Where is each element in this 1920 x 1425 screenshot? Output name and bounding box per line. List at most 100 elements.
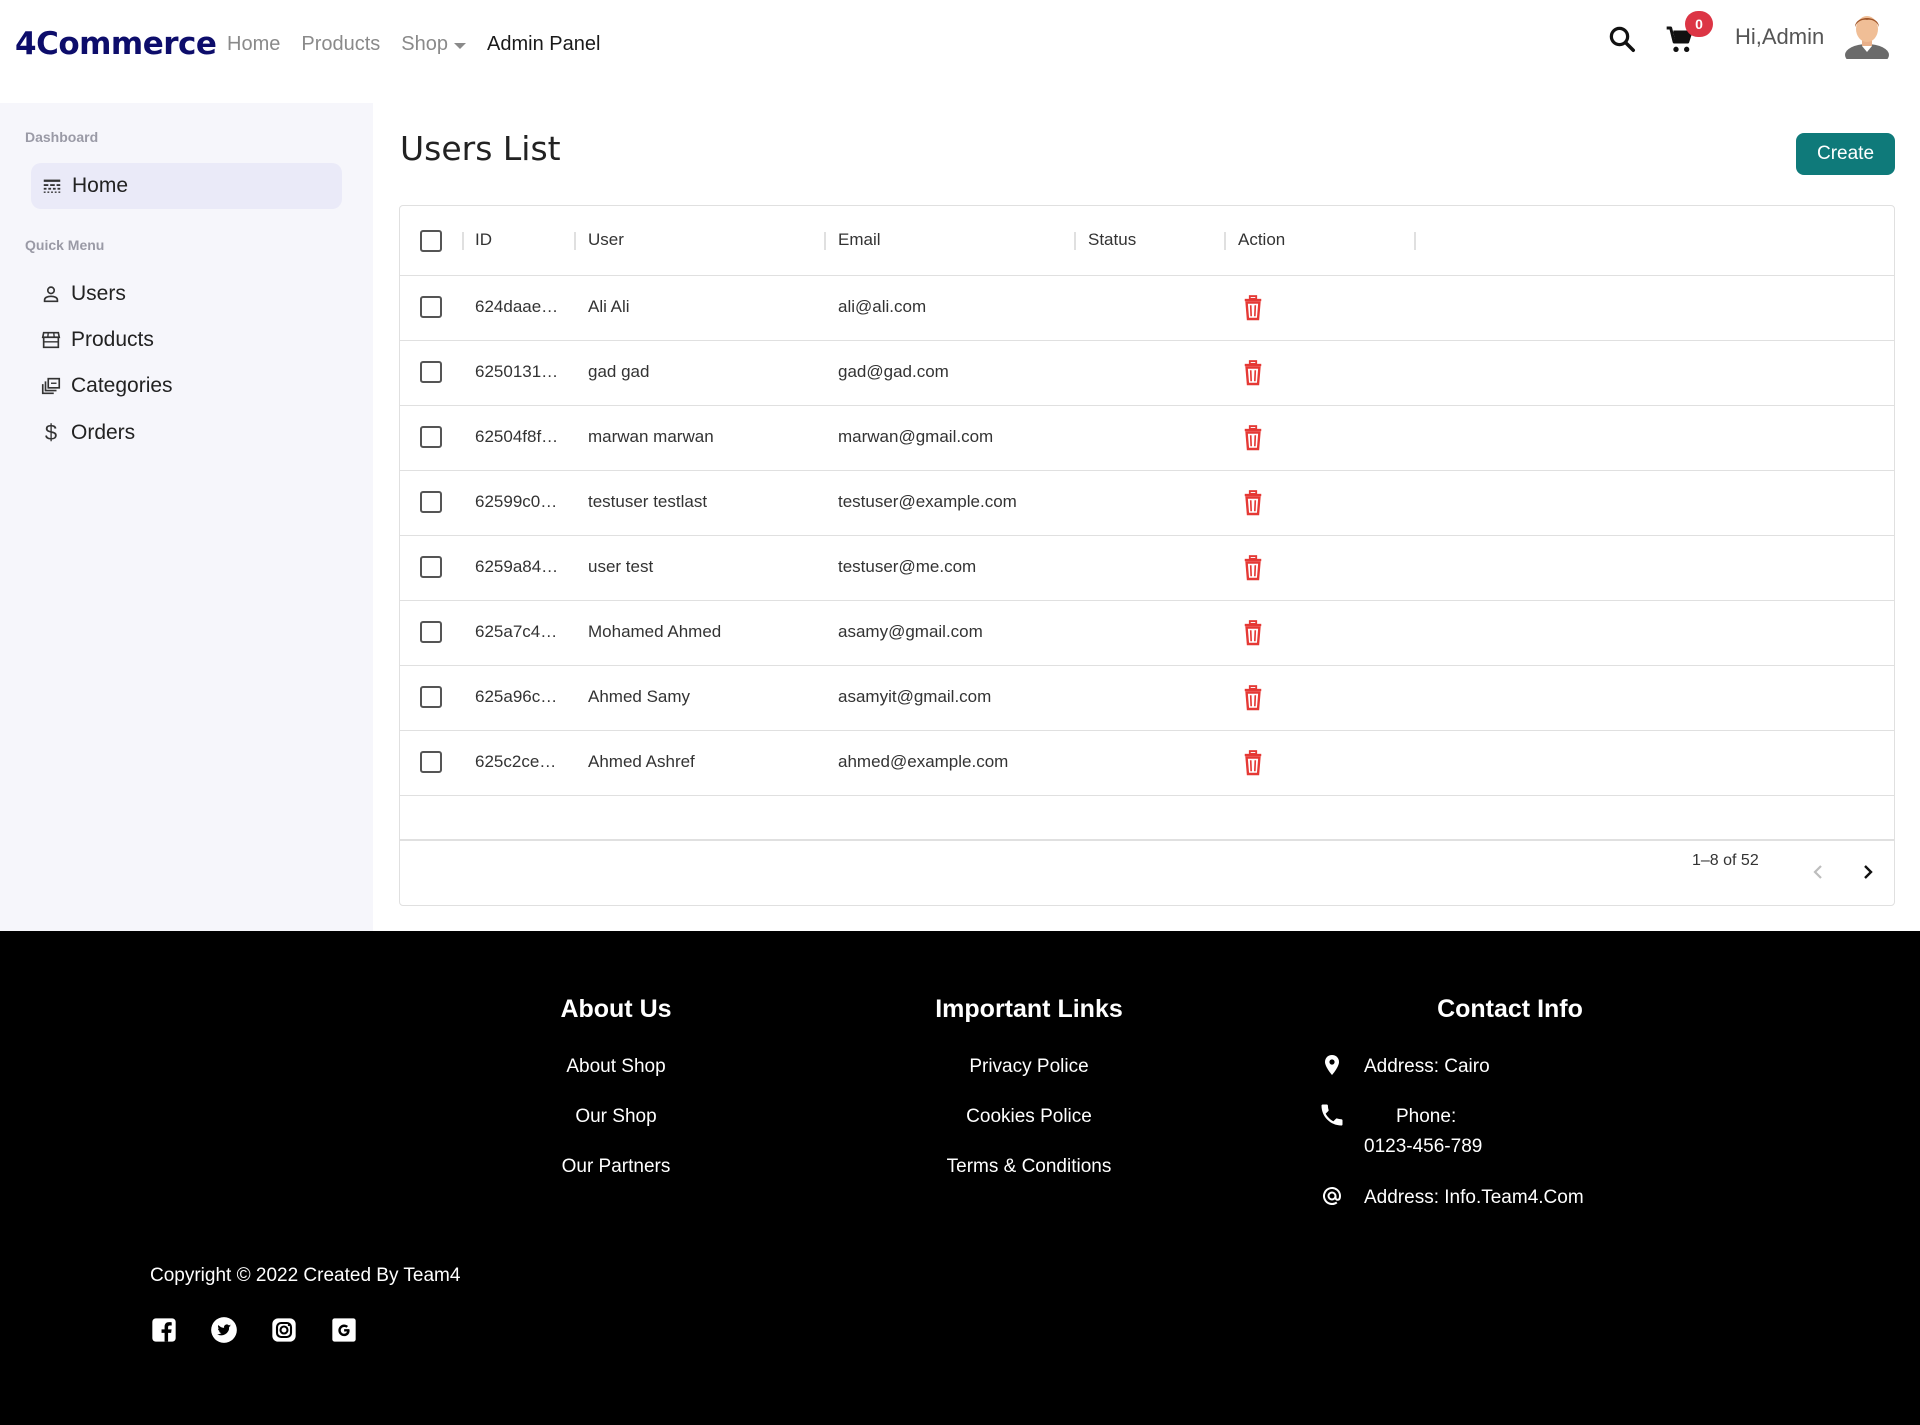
sidebar-item-products-label: Products	[71, 328, 154, 351]
sidebar-item-orders-label: Orders	[71, 421, 136, 444]
trash-icon[interactable]	[1242, 295, 1264, 321]
table-row[interactable]: 6259a84… user test testuser@me.com	[400, 536, 1894, 601]
trash-icon[interactable]	[1242, 490, 1264, 516]
table-row[interactable]: 625a96c… Ahmed Samy asamyit@gmail.com	[400, 666, 1894, 731]
google-icon[interactable]	[330, 1316, 358, 1344]
trash-icon[interactable]	[1242, 685, 1264, 711]
nav-link-products[interactable]: Products	[301, 33, 380, 56]
chevron-right-icon[interactable]	[1856, 860, 1880, 884]
at-sign-icon	[1323, 1187, 1342, 1205]
trash-icon[interactable]	[1242, 620, 1264, 646]
footer-contact-title: Contact Info	[1437, 995, 1583, 1023]
nav-link-home[interactable]: Home	[227, 33, 280, 56]
row-checkbox[interactable]	[420, 621, 442, 643]
footer-link-cookies[interactable]: Cookies Police	[889, 1106, 1169, 1128]
trash-icon[interactable]	[1242, 750, 1264, 776]
cell-email: asamy@gmail.com	[838, 622, 983, 641]
avatar[interactable]	[1843, 9, 1891, 59]
cell-id: 62504f8f…	[475, 427, 559, 446]
sidebar-section-quick-menu: Quick Menu	[25, 237, 105, 253]
instagram-icon[interactable]	[270, 1316, 298, 1344]
cell-id: 6250131…	[475, 362, 559, 381]
contact-address: Address: Cairo	[1364, 1056, 1490, 1077]
cell-id: 625a7c4…	[475, 622, 558, 641]
twitter-icon[interactable]	[210, 1316, 238, 1344]
row-checkbox[interactable]	[420, 491, 442, 513]
footer-important-title: Important Links	[935, 995, 1123, 1023]
nav-link-shop[interactable]: Shop	[401, 33, 467, 56]
column-header-email[interactable]: Email	[838, 230, 881, 250]
categories-icon	[41, 377, 61, 395]
table-footer-divider	[400, 840, 1894, 841]
cell-id: 625c2ce…	[475, 752, 557, 771]
table-row[interactable]: 624daae… Ali Ali ali@ali.com	[400, 276, 1894, 341]
footer-link-privacy[interactable]: Privacy Police	[889, 1056, 1169, 1078]
cell-user: Ahmed Ashref	[588, 752, 695, 771]
column-separator	[1224, 232, 1226, 250]
cell-id: 62599c0…	[475, 492, 558, 511]
pagination-info: 1–8 of 52	[1692, 852, 1759, 869]
cart-count-badge: 0	[1685, 11, 1713, 37]
brand-logo[interactable]: 4Commerce	[15, 26, 217, 62]
cell-id: 624daae…	[475, 297, 559, 316]
footer-about-title: About Us	[560, 995, 672, 1023]
table-empty-row	[400, 796, 1894, 840]
line-style-icon	[43, 179, 61, 193]
column-separator	[462, 232, 464, 250]
column-separator	[1074, 232, 1076, 250]
column-header-id[interactable]: ID	[475, 230, 492, 250]
sidebar-item-home[interactable]: Home	[31, 163, 342, 209]
facebook-icon[interactable]	[150, 1316, 178, 1344]
chevron-down-icon	[454, 42, 467, 49]
sidebar-item-products[interactable]: Products	[40, 328, 154, 352]
footer-link-our-shop[interactable]: Our Shop	[516, 1106, 716, 1128]
cell-user: marwan marwan	[588, 427, 714, 446]
cell-email: asamyit@gmail.com	[838, 687, 992, 706]
sidebar-item-users[interactable]: Users	[40, 282, 126, 306]
trash-icon[interactable]	[1242, 360, 1264, 386]
sidebar-item-categories[interactable]: Categories	[40, 374, 173, 398]
create-button[interactable]: Create	[1796, 133, 1895, 175]
table-row[interactable]: 62504f8f… marwan marwan marwan@gmail.com	[400, 406, 1894, 471]
column-header-action[interactable]: Action	[1238, 230, 1285, 250]
cell-user: gad gad	[588, 362, 650, 381]
contact-phone: 0123-456-789	[1364, 1136, 1483, 1157]
table-row[interactable]: 625a7c4… Mohamed Ahmed asamy@gmail.com	[400, 601, 1894, 666]
cell-email: testuser@example.com	[838, 492, 1017, 511]
table-row[interactable]: 6250131… gad gad gad@gad.com	[400, 341, 1894, 406]
search-icon[interactable]	[1607, 24, 1637, 54]
phone-icon	[1321, 1104, 1343, 1126]
row-checkbox[interactable]	[420, 556, 442, 578]
row-checkbox[interactable]	[420, 751, 442, 773]
chevron-left-icon[interactable]	[1806, 860, 1830, 884]
row-checkbox[interactable]	[420, 296, 442, 318]
row-checkbox[interactable]	[420, 686, 442, 708]
row-checkbox[interactable]	[420, 361, 442, 383]
footer-link-our-partners[interactable]: Our Partners	[516, 1156, 716, 1178]
sidebar: Dashboard Home Quick Menu Users Products	[0, 103, 373, 931]
row-checkbox[interactable]	[420, 426, 442, 448]
location-pin-icon	[1325, 1055, 1339, 1075]
column-separator	[1414, 232, 1416, 250]
footer-link-about-shop[interactable]: About Shop	[516, 1056, 716, 1078]
table-row[interactable]: 625c2ce… Ahmed Ashref ahmed@example.com	[400, 731, 1894, 796]
store-icon	[41, 331, 61, 349]
footer-link-terms[interactable]: Terms & Conditions	[889, 1156, 1169, 1178]
copyright-text: Copyright © 2022 Created By Team4	[150, 1265, 461, 1286]
trash-icon[interactable]	[1242, 555, 1264, 581]
table-header: ID User Email Status Action	[400, 206, 1894, 276]
column-separator	[824, 232, 826, 250]
sidebar-item-orders[interactable]: $ Orders	[40, 420, 136, 445]
cell-user: Ali Ali	[588, 297, 630, 316]
table-row[interactable]: 62599c0… testuser testlast testuser@exampl…	[400, 471, 1894, 536]
select-all-checkbox[interactable]	[420, 230, 442, 252]
trash-icon[interactable]	[1242, 425, 1264, 451]
cell-email: ahmed@example.com	[838, 752, 1009, 771]
column-header-user[interactable]: User	[588, 230, 624, 250]
cell-email: marwan@gmail.com	[838, 427, 994, 446]
nav-link-shop-label: Shop	[401, 33, 449, 55]
column-header-status[interactable]: Status	[1088, 230, 1136, 250]
sidebar-item-home-label: Home	[72, 174, 129, 197]
nav-link-admin-panel[interactable]: Admin Panel	[487, 33, 600, 56]
user-greeting[interactable]: Hi,Admin	[1735, 24, 1824, 50]
